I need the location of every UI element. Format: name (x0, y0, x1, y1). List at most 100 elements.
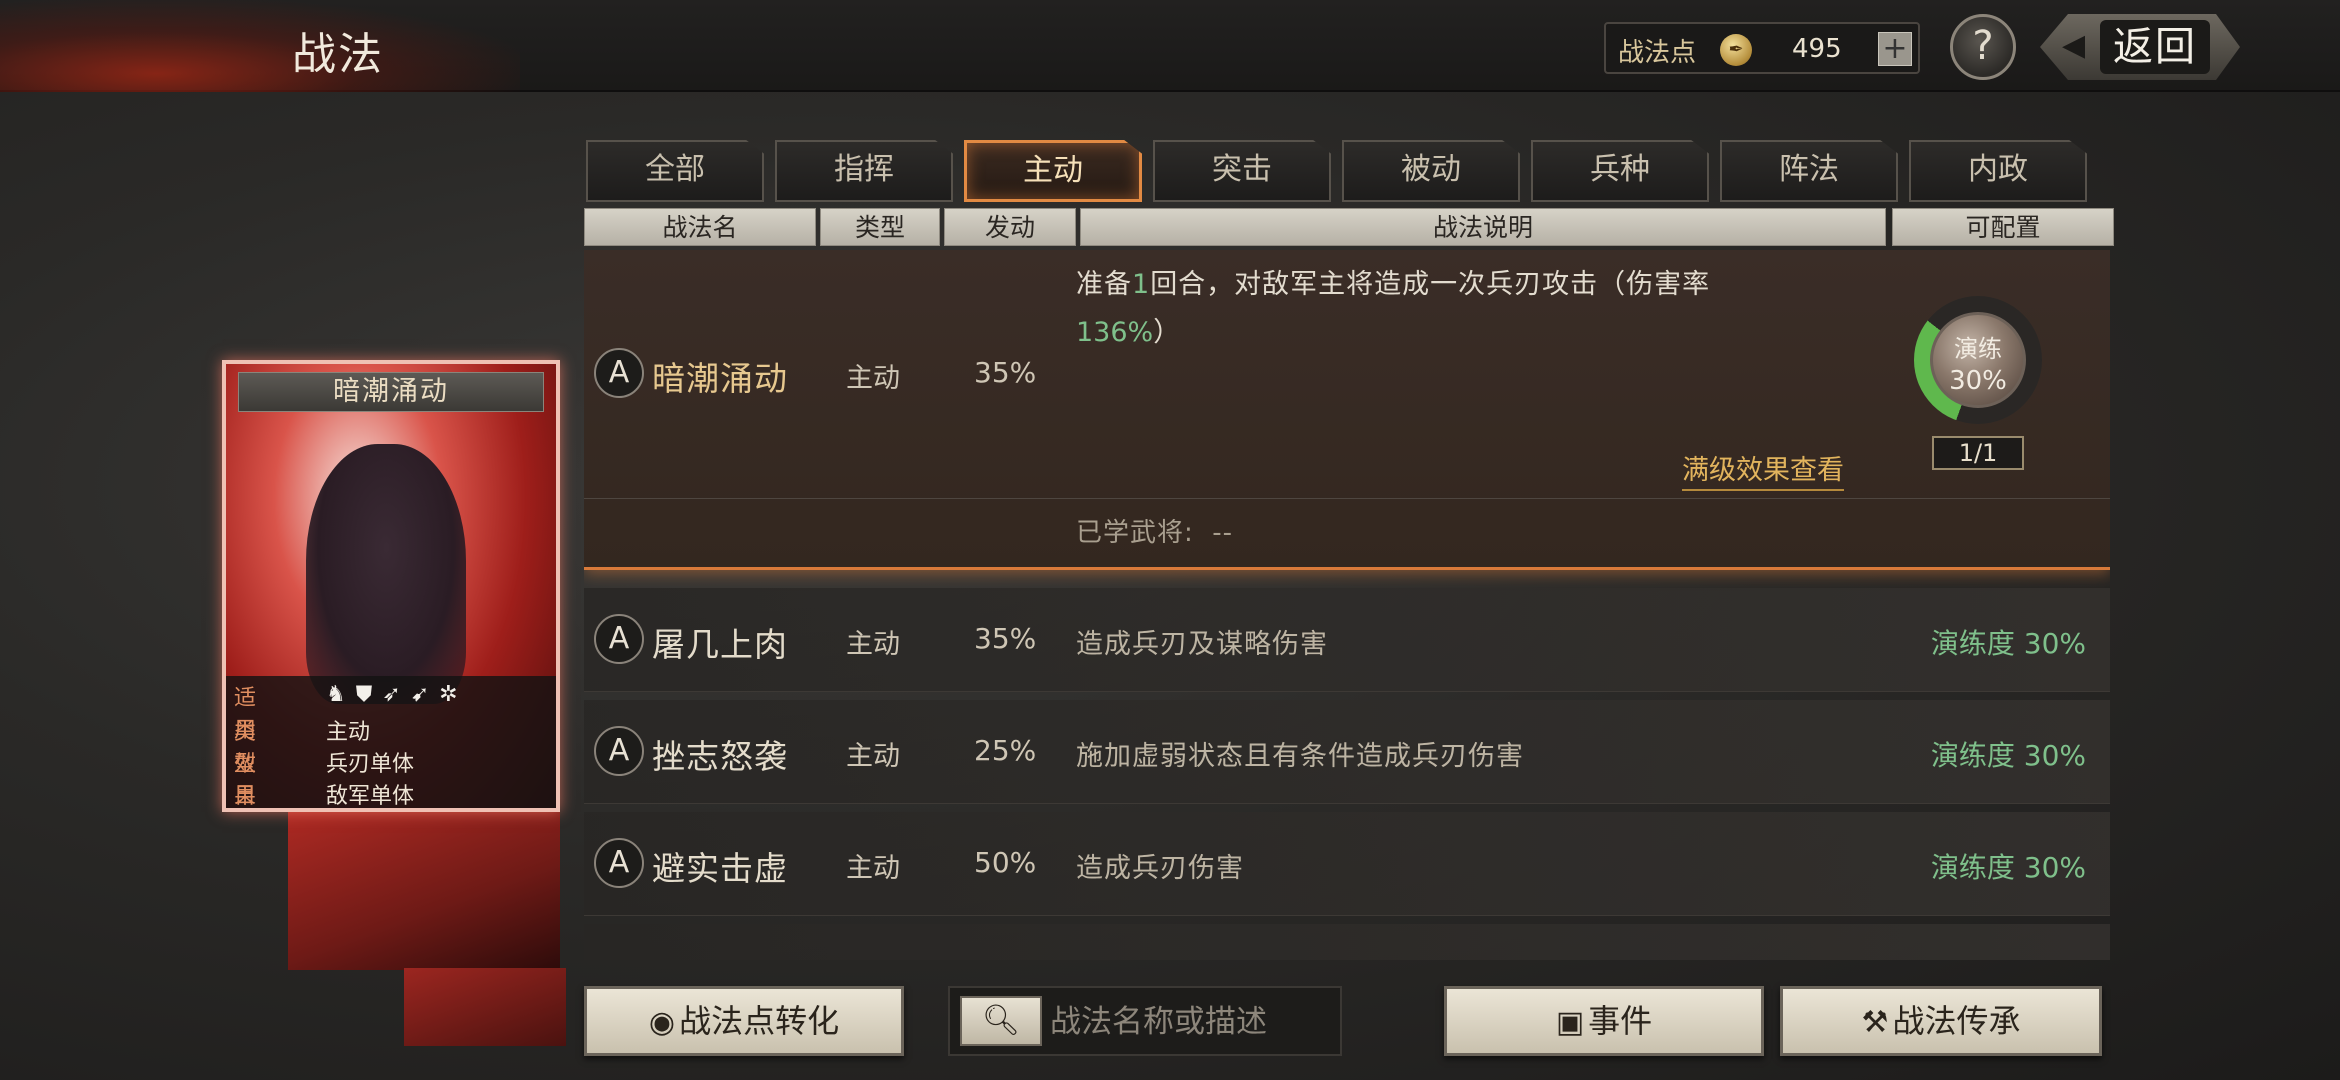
back-button-face: 返回 (2100, 20, 2210, 74)
card-title: 暗潮涌动 (238, 372, 544, 412)
magnifier-icon: 🔍︎ (981, 1003, 1021, 1038)
top-bar: 战法 战法点 ✒ 495 + ? ◀ 返回 (0, 0, 2340, 92)
skill-name: 屠几上肉 (652, 625, 788, 664)
convert-points-button[interactable]: ◉ 战法点转化 (584, 986, 904, 1056)
row-background (584, 924, 2110, 960)
practice-level: 演练度 30% (1930, 851, 2086, 884)
skill-points-box: 战法点 ✒ 495 + (1604, 22, 1920, 74)
back-button[interactable]: ◀ 返回 (2040, 14, 2240, 80)
practice-value: 30% (1949, 366, 2007, 396)
search-box: 🔍︎ (948, 986, 1342, 1056)
skill-list[interactable]: A 暗潮涌动 主动 35% 准备1回合，对敌军主将造成一次兵刃攻击（伤害率 13… (584, 250, 2110, 960)
skill-type: 主动 (846, 629, 900, 660)
skill-name: 避实击虚 (652, 849, 788, 888)
column-header-config[interactable]: 可配置 (1892, 208, 2114, 246)
skill-rate: 50% (974, 846, 1037, 879)
inherit-label: 战法传承 (1892, 1002, 2021, 1040)
general-silhouette-art (306, 444, 466, 704)
skill-row-partial[interactable] (584, 924, 2110, 960)
desc-suffix: 回合，对敌军主将造成一次兵刃攻击（伤害率 (1150, 269, 1711, 300)
learned-value: -- (1212, 518, 1234, 548)
help-button[interactable]: ? (1950, 14, 2016, 80)
skill-row-selected[interactable]: A 暗潮涌动 主动 35% 准备1回合，对敌军主将造成一次兵刃攻击（伤害率 13… (584, 250, 2110, 570)
practice-level: 演练度 30% (1930, 739, 2086, 772)
column-header-name[interactable]: 战法名 (584, 208, 816, 246)
card-stack-back (288, 800, 560, 970)
wheel-icon: ✲ (439, 682, 468, 707)
grade-badge: A (594, 348, 644, 398)
skill-description-line2: 136%） (1076, 310, 1180, 349)
inherit-button[interactable]: ⚒ 战法传承 (1780, 986, 2102, 1056)
bow-icon: ➶ (382, 682, 411, 707)
skill-rate: 35% (974, 622, 1037, 655)
skill-point-coin-icon: ✒ (1720, 34, 1752, 66)
tab-passive[interactable]: 被动 (1342, 140, 1520, 202)
tab-internal[interactable]: 内政 (1909, 140, 2087, 202)
grade-badge: A (594, 838, 644, 888)
skill-rate: 35% (974, 356, 1037, 389)
skill-point-icon: ◉ (648, 1005, 676, 1040)
page-title: 战法 (292, 29, 384, 80)
shield-icon: ⛊ (355, 682, 383, 707)
category-tabs: 全部 指挥 主动 突击 被动 兵种 阵法 内政 (586, 140, 2090, 202)
hammer-icon: ⚒ (1861, 1005, 1889, 1040)
spear-icon: ➹ (410, 682, 440, 707)
skill-name: 挫志怒袭 (652, 737, 788, 776)
tab-troop[interactable]: 兵种 (1531, 140, 1709, 202)
skill-row[interactable]: A 挫志怒袭 主动 25% 施加虚弱状态且有条件造成兵刃伤害 演练度 30% (584, 700, 2110, 804)
skill-points-label: 战法点 (1618, 38, 1697, 68)
desc-prefix: 准备 (1076, 269, 1132, 300)
skill-description: 造成兵刃及谋略伤害 (1076, 629, 1328, 660)
target-value: 敌军单体 (326, 784, 415, 809)
row-background (584, 812, 2110, 916)
event-scroll-icon: ▣ (1555, 1005, 1585, 1040)
skill-type: 主动 (846, 363, 900, 394)
grade-badge: A (594, 726, 644, 776)
practice-count: 1/1 (1932, 436, 2024, 470)
practice-label: 演练 (1954, 335, 2002, 363)
type-value: 主动 (326, 720, 371, 745)
skill-description: 施加虚弱状态且有条件造成兵刃伤害 (1076, 741, 1524, 772)
tab-assault[interactable]: 突击 (1153, 140, 1331, 202)
learned-label: 已学武将: (1076, 518, 1194, 548)
grade-badge: A (594, 614, 644, 664)
desc-percent: 136% (1076, 317, 1154, 348)
column-header-desc: 战法说明 (1080, 208, 1886, 246)
plus-icon: + (1882, 31, 1908, 66)
skill-type: 主动 (846, 853, 900, 884)
skill-row[interactable]: A 避实击虚 主动 50% 造成兵刃伤害 演练度 30% (584, 812, 2110, 916)
troop-type-icons: ♞⛊➶➹✲ (326, 682, 468, 707)
tab-formation[interactable]: 阵法 (1720, 140, 1898, 202)
effect-value: 兵刃单体 (326, 752, 415, 777)
full-effect-link[interactable]: 满级效果查看 (1682, 448, 1844, 491)
convert-label: 战法点转化 (679, 1002, 840, 1040)
title-glow (0, 0, 520, 92)
tab-command[interactable]: 指挥 (775, 140, 953, 202)
back-label: 返回 (2113, 24, 2197, 70)
card-stack-back-2 (404, 968, 566, 1046)
skill-rate: 25% (974, 734, 1037, 767)
practice-level: 演练度 30% (1930, 627, 2086, 660)
desc-number: 1 (1132, 269, 1151, 300)
skill-description: 准备1回合，对敌军主将造成一次兵刃攻击（伤害率 (1076, 262, 1710, 301)
cavalry-icon: ♞ (326, 682, 356, 707)
desc-close: ） (1153, 317, 1181, 348)
divider (584, 498, 2110, 499)
event-button[interactable]: ▣ 事件 (1444, 986, 1764, 1056)
skill-points-value: 495 (1792, 34, 1842, 64)
add-points-button[interactable]: + (1878, 32, 1912, 66)
column-header-rate[interactable]: 发动 (944, 208, 1076, 246)
card-info-panel: 适用 ♞⛊➶➹✲ 类型 主动 效果 兵刃单体 目标 敌军单体 (226, 676, 556, 809)
skill-card[interactable]: 暗潮涌动 适用 ♞⛊➶➹✲ 类型 主动 效果 兵刃单体 目标 敌军单体 (222, 360, 560, 812)
practice-button[interactable]: 演练 30% (1930, 312, 2026, 408)
column-header-type[interactable]: 类型 (820, 208, 940, 246)
skill-description: 造成兵刃伤害 (1076, 853, 1244, 884)
tab-all[interactable]: 全部 (586, 140, 764, 202)
search-button[interactable]: 🔍︎ (960, 996, 1042, 1046)
skill-type: 主动 (846, 741, 900, 772)
tab-active[interactable]: 主动 (964, 140, 1142, 202)
back-arrow-icon: ◀ (2062, 28, 2086, 63)
search-input[interactable] (1050, 996, 1330, 1048)
skill-row[interactable]: A 屠几上肉 主动 35% 造成兵刃及谋略伤害 演练度 30% (584, 588, 2110, 692)
row-background (584, 588, 2110, 692)
